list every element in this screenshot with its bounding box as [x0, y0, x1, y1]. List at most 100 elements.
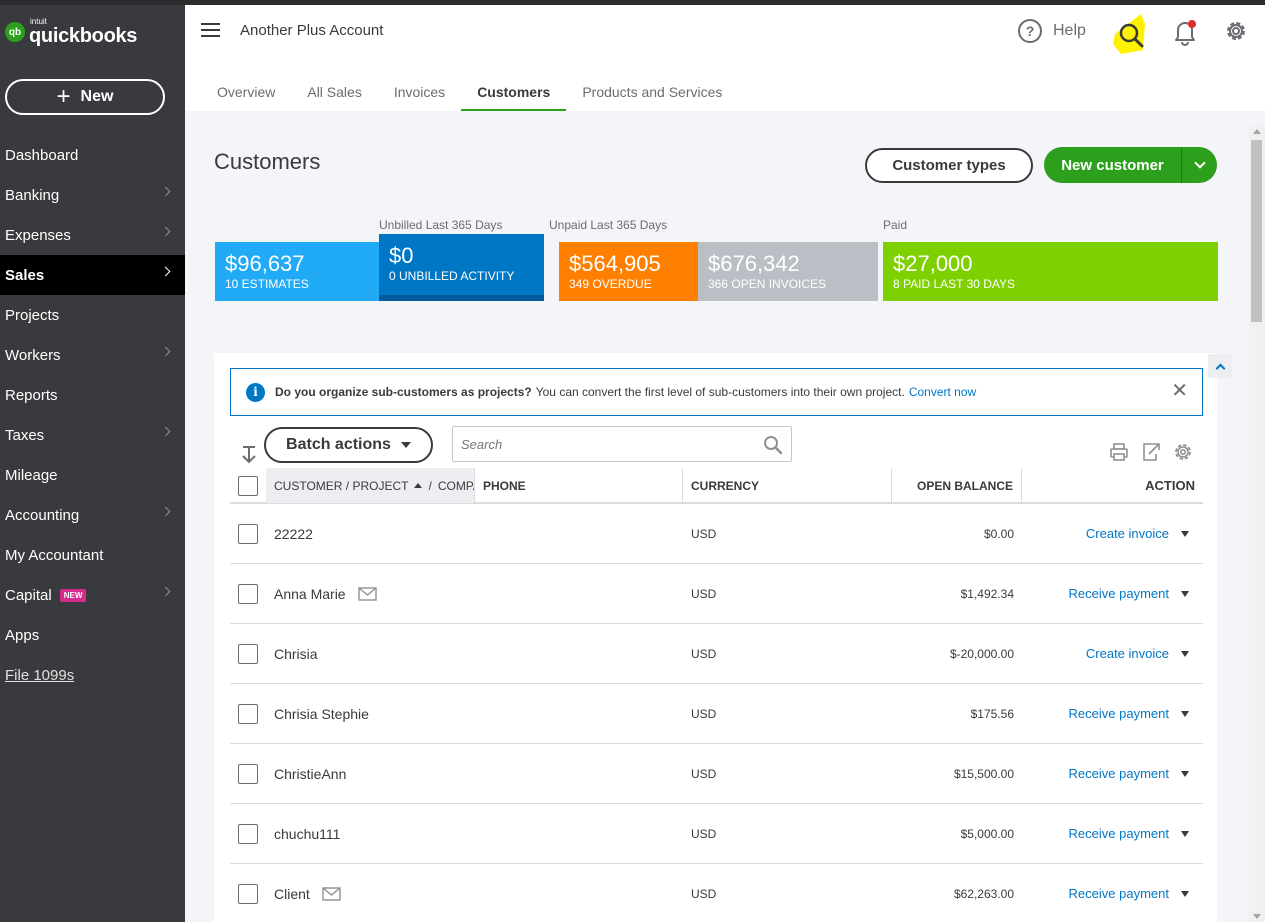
column-phone[interactable]: PHONE: [475, 468, 683, 503]
caret-down-icon[interactable]: [1181, 590, 1189, 597]
sidebar-item-taxes[interactable]: Taxes: [0, 415, 185, 455]
help-button[interactable]: ? Help: [1018, 19, 1086, 43]
sidebar-item-banking[interactable]: Banking: [0, 175, 185, 215]
search-icon[interactable]: [763, 435, 783, 455]
envelope-icon[interactable]: [322, 886, 341, 901]
row-checkbox[interactable]: [238, 703, 258, 724]
hamburger-icon[interactable]: [201, 23, 220, 39]
row-action-link[interactable]: Receive payment: [1069, 706, 1169, 721]
row-action-link[interactable]: Receive payment: [1069, 886, 1169, 901]
table-row[interactable]: chuchu111 USD $5,000.00 Receive payment: [230, 804, 1203, 864]
search-icon[interactable]: [1111, 10, 1149, 56]
scroll-thumb[interactable]: [1251, 140, 1262, 322]
column-company[interactable]: COMPA: [438, 479, 474, 493]
sidebar-item-expenses[interactable]: Expenses: [0, 215, 185, 255]
stat-unbilled[interactable]: $0 0 UNBILLED ACTIVITY: [379, 234, 544, 301]
stat-paid[interactable]: $27,000 8 PAID LAST 30 DAYS: [883, 242, 1218, 301]
table-settings-gear-icon[interactable]: [1172, 441, 1194, 463]
sidebar-item-workers[interactable]: Workers: [0, 335, 185, 375]
sidebar-item-mileage[interactable]: Mileage: [0, 455, 185, 495]
tab-overview[interactable]: Overview: [201, 81, 291, 113]
table-row[interactable]: ChristieAnn USD $15,500.00 Receive payment: [230, 744, 1203, 804]
row-action-link[interactable]: Receive payment: [1069, 586, 1169, 601]
new-button[interactable]: + New: [5, 79, 165, 115]
chevron-down-icon[interactable]: [1182, 157, 1217, 169]
row-action-link[interactable]: Create invoice: [1086, 646, 1169, 661]
row-checkbox[interactable]: [238, 823, 258, 844]
customer-name-cell[interactable]: 22222: [266, 526, 475, 542]
sidebar-item-reports[interactable]: Reports: [0, 375, 185, 415]
gear-icon[interactable]: [1223, 18, 1249, 44]
customer-search[interactable]: [452, 426, 792, 462]
convert-now-link[interactable]: Convert now: [909, 385, 976, 399]
row-action-link[interactable]: Receive payment: [1069, 826, 1169, 841]
caret-down-icon[interactable]: [1181, 830, 1189, 837]
tab-customers[interactable]: Customers: [461, 81, 567, 113]
row-checkbox[interactable]: [238, 763, 258, 784]
batch-actions-button[interactable]: Batch actions: [264, 427, 433, 463]
column-open-balance[interactable]: OPEN BALANCE: [892, 468, 1022, 503]
sidebar-item-apps[interactable]: Apps: [0, 615, 185, 655]
row-action-link[interactable]: Receive payment: [1069, 766, 1169, 781]
new-customer-button[interactable]: New customer: [1044, 147, 1217, 183]
search-input[interactable]: [453, 427, 743, 461]
bell-icon[interactable]: [1172, 18, 1198, 46]
tab-products-and-services[interactable]: Products and Services: [566, 81, 738, 113]
table-row[interactable]: Chrisia USD $-20,000.00 Create invoice: [230, 624, 1203, 684]
sort-arrow-icon[interactable]: [242, 445, 256, 465]
tab-invoices[interactable]: Invoices: [378, 81, 461, 113]
customer-name-cell[interactable]: Chrisia: [266, 646, 475, 662]
quickbooks-logo[interactable]: qb intuit quickbooks: [5, 18, 137, 46]
sidebar-item-capital[interactable]: Capital NEW: [0, 575, 185, 615]
customer-name[interactable]: 22222: [274, 526, 313, 542]
row-checkbox[interactable]: [238, 643, 258, 664]
customer-name-cell[interactable]: ChristieAnn: [266, 766, 475, 782]
print-icon[interactable]: [1108, 441, 1130, 463]
table-row[interactable]: Client USD $62,263.00 Receive payment: [230, 864, 1203, 922]
column-currency[interactable]: CURRENCY: [683, 468, 892, 503]
sidebar-item-file-1099s[interactable]: File 1099s: [0, 655, 185, 695]
customer-name[interactable]: chuchu111: [274, 826, 340, 842]
envelope-icon[interactable]: [357, 586, 377, 601]
export-icon[interactable]: [1140, 441, 1162, 463]
scroll-down-icon[interactable]: [1253, 914, 1261, 919]
customer-name[interactable]: Chrisia Stephie: [274, 706, 369, 722]
sidebar-item-accounting[interactable]: Accounting: [0, 495, 185, 535]
table-row[interactable]: 22222 USD $0.00 Create invoice: [230, 504, 1203, 564]
tab-all-sales[interactable]: All Sales: [291, 81, 377, 113]
page-scrollbar[interactable]: [1249, 125, 1265, 922]
scroll-up-icon[interactable]: [1253, 129, 1261, 134]
row-checkbox[interactable]: [238, 523, 258, 544]
customer-name[interactable]: Client: [274, 886, 310, 902]
customer-name-cell[interactable]: Anna Marie: [266, 586, 475, 602]
row-action-link[interactable]: Create invoice: [1086, 526, 1169, 541]
customer-name-cell[interactable]: chuchu111: [266, 826, 475, 842]
close-icon[interactable]: ✕: [1171, 381, 1188, 401]
select-all-checkbox[interactable]: [238, 475, 258, 496]
stat-open-invoices[interactable]: $676,342 366 OPEN INVOICES: [698, 242, 878, 301]
caret-down-icon[interactable]: [1181, 770, 1189, 777]
stat-estimates[interactable]: $96,637 10 ESTIMATES: [215, 242, 379, 301]
table-row[interactable]: Anna Marie USD $1,492.34 Receive payment: [230, 564, 1203, 624]
stat-overdue[interactable]: $564,905 349 OVERDUE: [559, 242, 698, 301]
row-checkbox[interactable]: [238, 883, 258, 904]
caret-down-icon[interactable]: [1181, 890, 1189, 897]
customer-name-cell[interactable]: Client: [266, 886, 475, 902]
customer-types-button[interactable]: Customer types: [865, 148, 1033, 183]
sidebar-item-dashboard[interactable]: Dashboard: [0, 135, 185, 175]
column-customer-project[interactable]: CUSTOMER / PROJECT / COMPA: [266, 468, 475, 503]
row-checkbox[interactable]: [238, 583, 258, 604]
customer-name[interactable]: ChristieAnn: [274, 766, 346, 782]
customer-name[interactable]: Anna Marie: [274, 586, 346, 602]
table-row[interactable]: Chrisia Stephie USD $175.56 Receive payment: [230, 684, 1203, 744]
caret-down-icon[interactable]: [1181, 650, 1189, 657]
caret-down-icon[interactable]: [1181, 710, 1189, 717]
action-cell: Create invoice: [1022, 646, 1203, 661]
customer-name[interactable]: Chrisia: [274, 646, 318, 662]
sidebar-item-projects[interactable]: Projects: [0, 295, 185, 335]
collapse-icon[interactable]: [1208, 354, 1232, 378]
customer-name-cell[interactable]: Chrisia Stephie: [266, 706, 475, 722]
sidebar-item-my-accountant[interactable]: My Accountant: [0, 535, 185, 575]
sidebar-item-sales[interactable]: Sales: [0, 255, 185, 295]
caret-down-icon[interactable]: [1181, 530, 1189, 537]
